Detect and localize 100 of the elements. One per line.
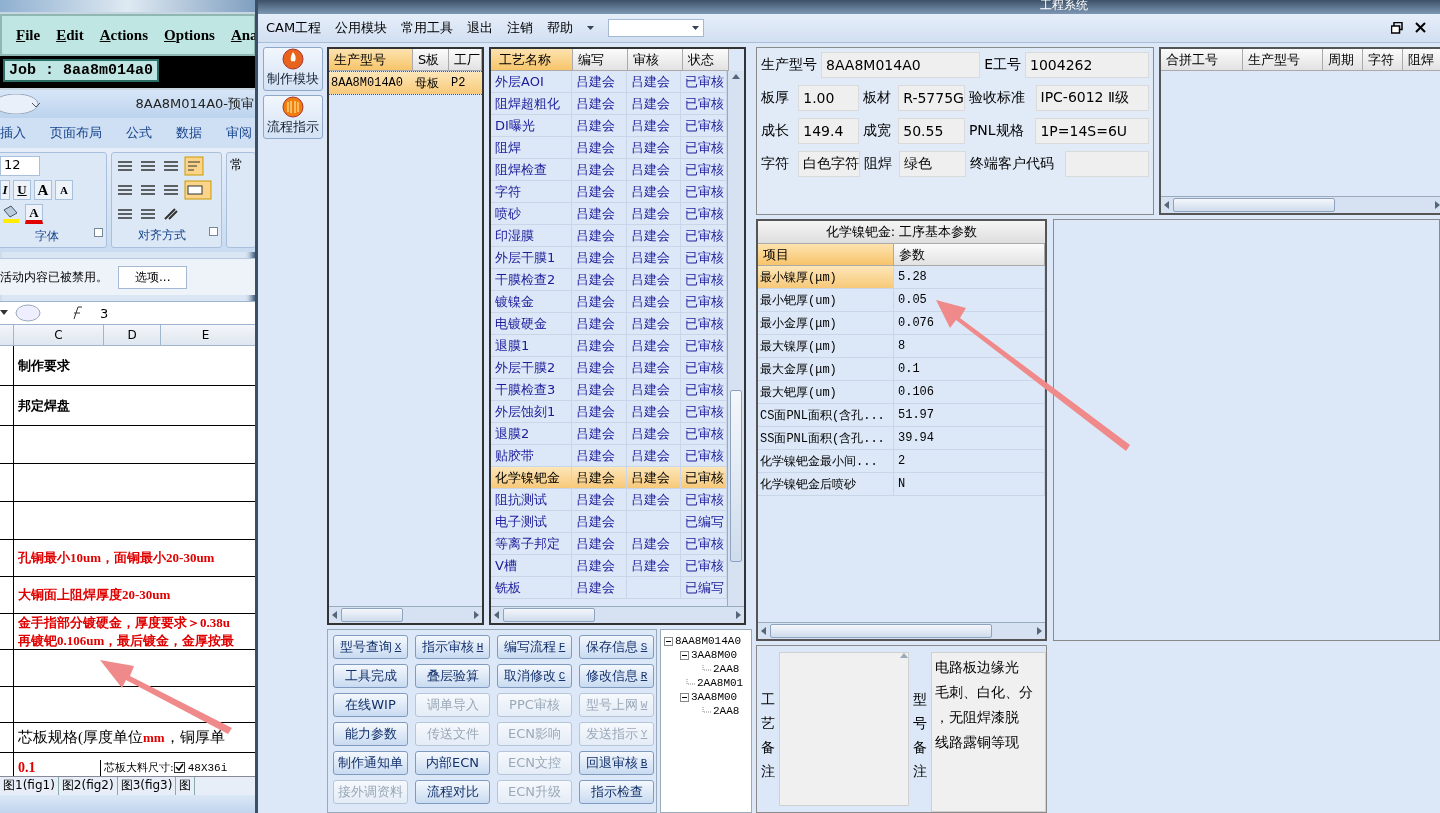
left-arrow-icon[interactable] <box>494 611 499 619</box>
action-button[interactable]: 指示检查 <box>579 780 654 804</box>
menu-item[interactable]: Options <box>164 26 215 44</box>
column-header[interactable]: 生产型号 <box>329 49 413 71</box>
process-row[interactable]: 退膜2 吕建会 吕建会 已审核 <box>491 423 727 445</box>
process-row[interactable]: 外层蚀刻1 吕建会 吕建会 已审核 <box>491 401 727 423</box>
font-size-field[interactable]: 12 <box>0 156 40 176</box>
action-button[interactable]: 取消修改 C <box>497 664 572 688</box>
text-field[interactable]: 白色字符 <box>798 151 861 177</box>
format-button[interactable]: A <box>34 180 52 200</box>
column-header[interactable]: 合拼工号 <box>1161 49 1243 71</box>
process-row[interactable]: 阻焊超粗化 吕建会 吕建会 已审核 <box>491 93 727 115</box>
text-field[interactable]: 1004262 <box>1025 52 1149 78</box>
action-button[interactable]: 修改信息 R <box>579 664 654 688</box>
column-header[interactable]: 工艺名称 <box>491 49 573 71</box>
process-row[interactable]: 外层干膜1 吕建会 吕建会 已审核 <box>491 247 727 269</box>
menu-item[interactable]: CAM工程 <box>266 19 322 37</box>
right-arrow-icon[interactable] <box>474 611 479 619</box>
ribbon-tab[interactable]: 公式 <box>126 124 152 142</box>
process-row[interactable]: 阻抗测试 吕建会 吕建会 已审核 <box>491 489 727 511</box>
action-button[interactable]: 流程对比 <box>415 780 490 804</box>
process-row[interactable]: 镀镍金 吕建会 吕建会 已审核 <box>491 291 727 313</box>
options-button[interactable]: 选项... <box>118 265 188 289</box>
menu-item[interactable]: 常用工具 <box>401 19 454 37</box>
scrollbar-thumb[interactable] <box>341 608 403 622</box>
menu-item[interactable]: 注销 <box>507 19 534 37</box>
tree-node[interactable]: 8AA8M014A0 <box>675 635 741 647</box>
expander-icon[interactable] <box>680 692 689 702</box>
fill-color-icon[interactable] <box>0 204 22 224</box>
column-header[interactable]: 工厂 <box>449 49 482 71</box>
menu-item[interactable]: 帮助 <box>547 19 574 37</box>
column-header[interactable]: 字符 <box>1363 49 1403 71</box>
process-row[interactable]: 阻焊 吕建会 吕建会 已审核 <box>491 137 727 159</box>
format-button[interactable]: I <box>0 180 10 200</box>
action-button[interactable]: 叠层验算 <box>415 664 490 688</box>
action-button[interactable]: 制作通知单 <box>333 751 408 775</box>
column-header[interactable]: 阻焊 <box>1403 49 1440 71</box>
nav-button[interactable]: 制作模块 <box>263 47 323 91</box>
scrollbar[interactable] <box>491 606 744 623</box>
text-field[interactable]: 8AA8M014A0 <box>821 52 981 78</box>
action-button[interactable]: 型号查询 X <box>333 635 408 659</box>
launcher-icon[interactable] <box>94 228 104 237</box>
text-field[interactable]: IPC-6012 Ⅱ级 <box>1035 85 1149 111</box>
text-field[interactable]: 1.00 <box>798 85 859 111</box>
tree-node[interactable]: 2AA8M01 <box>697 677 744 689</box>
process-row[interactable]: 化学镍钯金 吕建会 吕建会 已审核 <box>491 467 727 489</box>
right-arrow-icon[interactable] <box>736 611 741 619</box>
scrollbar[interactable] <box>1161 196 1440 213</box>
text-field[interactable]: 50.55 <box>898 118 965 144</box>
text-field[interactable]: 149.4 <box>798 118 859 144</box>
up-arrow-icon[interactable] <box>732 74 740 79</box>
dropdown-icon[interactable] <box>692 26 700 30</box>
wrap-icon[interactable] <box>184 156 205 176</box>
ribbon-tab[interactable]: 页面布局 <box>50 124 102 142</box>
process-row[interactable]: 铣板 吕建会 已编写 <box>491 577 727 599</box>
process-row[interactable]: 干膜检查2 吕建会 吕建会 已审核 <box>491 269 727 291</box>
menu-item[interactable]: 公用模块 <box>335 19 388 37</box>
action-button[interactable]: 工具完成 <box>333 664 408 688</box>
checkbox[interactable] <box>173 762 185 773</box>
close-icon[interactable] <box>1415 22 1426 33</box>
scrollbar[interactable] <box>758 622 1045 639</box>
right-arrow-icon[interactable] <box>1037 627 1042 635</box>
expander-icon[interactable] <box>664 636 673 646</box>
menu-item[interactable]: 退出 <box>467 19 494 37</box>
restore-icon[interactable] <box>1391 22 1403 34</box>
process-row[interactable]: 阻焊检查 吕建会 吕建会 已审核 <box>491 159 727 181</box>
column-header[interactable]: 项目 <box>758 244 894 266</box>
action-button[interactable]: 能力参数 <box>333 722 408 746</box>
column-header[interactable]: 审核 <box>628 49 683 71</box>
column-header[interactable]: 编写 <box>573 49 628 71</box>
tree-node[interactable]: 2AA8 <box>713 663 740 675</box>
merge-icon[interactable] <box>184 180 213 200</box>
scrollbar-thumb[interactable] <box>730 390 742 562</box>
process-row[interactable]: V槽 吕建会 吕建会 已审核 <box>491 555 727 577</box>
param-row[interactable]: CS面PNL面积(含孔... 51.97 <box>758 404 1045 427</box>
column-header[interactable]: 周期 <box>1323 49 1363 71</box>
action-button[interactable]: 回退审核 B <box>579 751 654 775</box>
param-row[interactable]: 化学镍钯金后喷砂 N <box>758 473 1045 496</box>
format-button[interactable]: A <box>25 204 43 224</box>
text-field[interactable]: R-5775G <box>898 85 965 111</box>
expander-icon[interactable] <box>680 650 689 660</box>
column-header[interactable]: 生产型号 <box>1243 49 1323 71</box>
process-row[interactable]: 喷砂 吕建会 吕建会 已审核 <box>491 203 727 225</box>
ribbon-tab[interactable]: 审阅 <box>226 124 252 142</box>
right-arrow-icon[interactable] <box>1435 201 1440 209</box>
tree-node[interactable]: 2AA8 <box>713 705 740 717</box>
action-button[interactable]: 指示审核 H <box>415 635 490 659</box>
dropdown-icon[interactable] <box>587 26 595 30</box>
menu-item[interactable]: Edit <box>56 26 84 44</box>
scrollbar[interactable] <box>329 606 482 623</box>
process-row[interactable]: 印湿膜 吕建会 吕建会 已审核 <box>491 225 727 247</box>
param-row[interactable]: 化学镍钯金最小间... 2 <box>758 450 1045 473</box>
remarks-box[interactable]: 电路板边缘光 毛刺、白化、分 ，无阻焊漆脱 线路露铜等现 <box>931 652 1046 812</box>
format-button[interactable]: A <box>55 180 73 200</box>
text-field[interactable]: 1P=14S=6U <box>1035 118 1149 144</box>
left-arrow-icon[interactable] <box>1164 201 1169 209</box>
left-arrow-icon[interactable] <box>761 627 766 635</box>
process-row[interactable]: 等离子邦定 吕建会 吕建会 已审核 <box>491 533 727 555</box>
menu-item[interactable]: Actions <box>99 26 149 44</box>
process-row[interactable]: 电镀硬金 吕建会 吕建会 已审核 <box>491 313 727 335</box>
